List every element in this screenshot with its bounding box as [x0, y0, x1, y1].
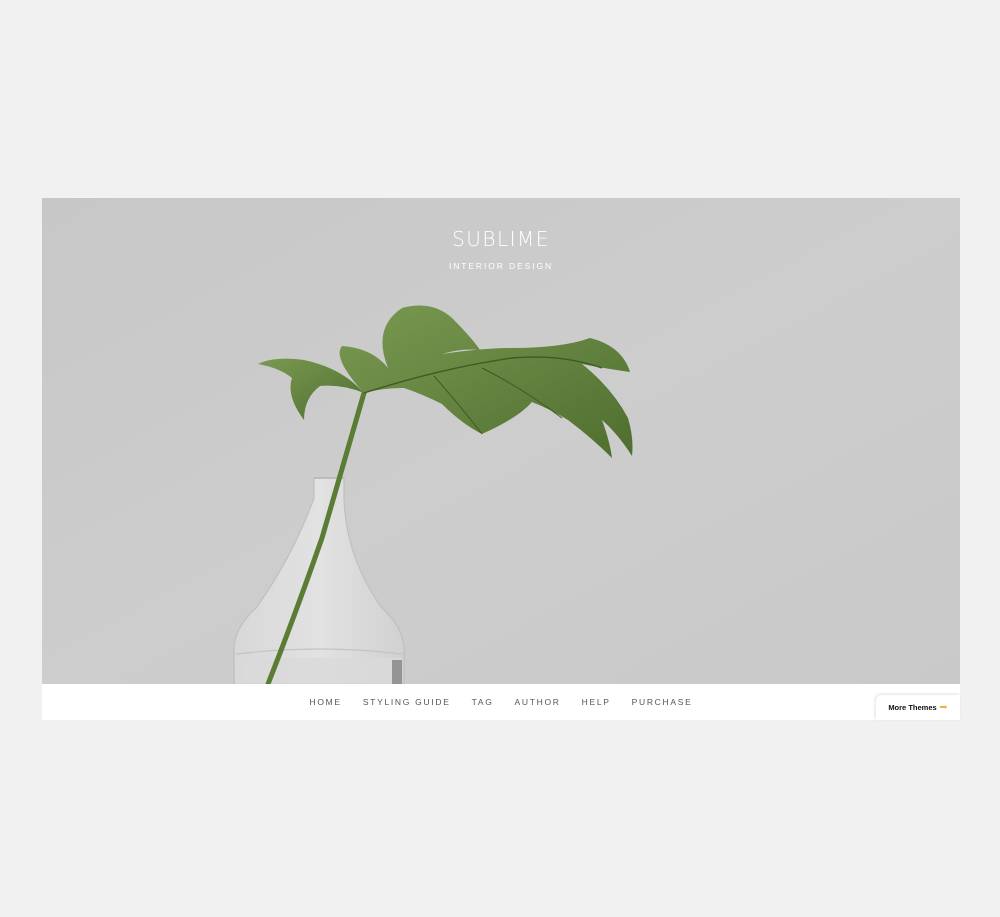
nav-item-help[interactable]: HELP	[582, 697, 611, 707]
theme-preview-frame: SUBLIME INTERIOR DESIGN HOME STYLING GUI…	[42, 198, 960, 720]
nav-list: HOME STYLING GUIDE TAG AUTHOR HELP PURCH…	[42, 684, 960, 720]
page: SUBLIME INTERIOR DESIGN HOME STYLING GUI…	[0, 0, 1000, 917]
more-themes-button[interactable]: More Themes	[876, 695, 960, 720]
more-themes-label: More Themes	[888, 703, 937, 712]
site-title: SUBLIME	[452, 227, 550, 251]
nav-item-home[interactable]: HOME	[310, 697, 342, 707]
nav-item-styling-guide[interactable]: STYLING GUIDE	[363, 697, 451, 707]
main-navigation: HOME STYLING GUIDE TAG AUTHOR HELP PURCH…	[42, 684, 960, 720]
nav-item-author[interactable]: AUTHOR	[515, 697, 561, 707]
hero-banner: SUBLIME INTERIOR DESIGN	[42, 198, 960, 684]
nav-item-purchase[interactable]: PURCHASE	[632, 697, 693, 707]
pointing-hand-icon	[939, 704, 948, 712]
site-tagline: INTERIOR DESIGN	[448, 261, 554, 271]
nav-item-tag[interactable]: TAG	[472, 697, 494, 707]
